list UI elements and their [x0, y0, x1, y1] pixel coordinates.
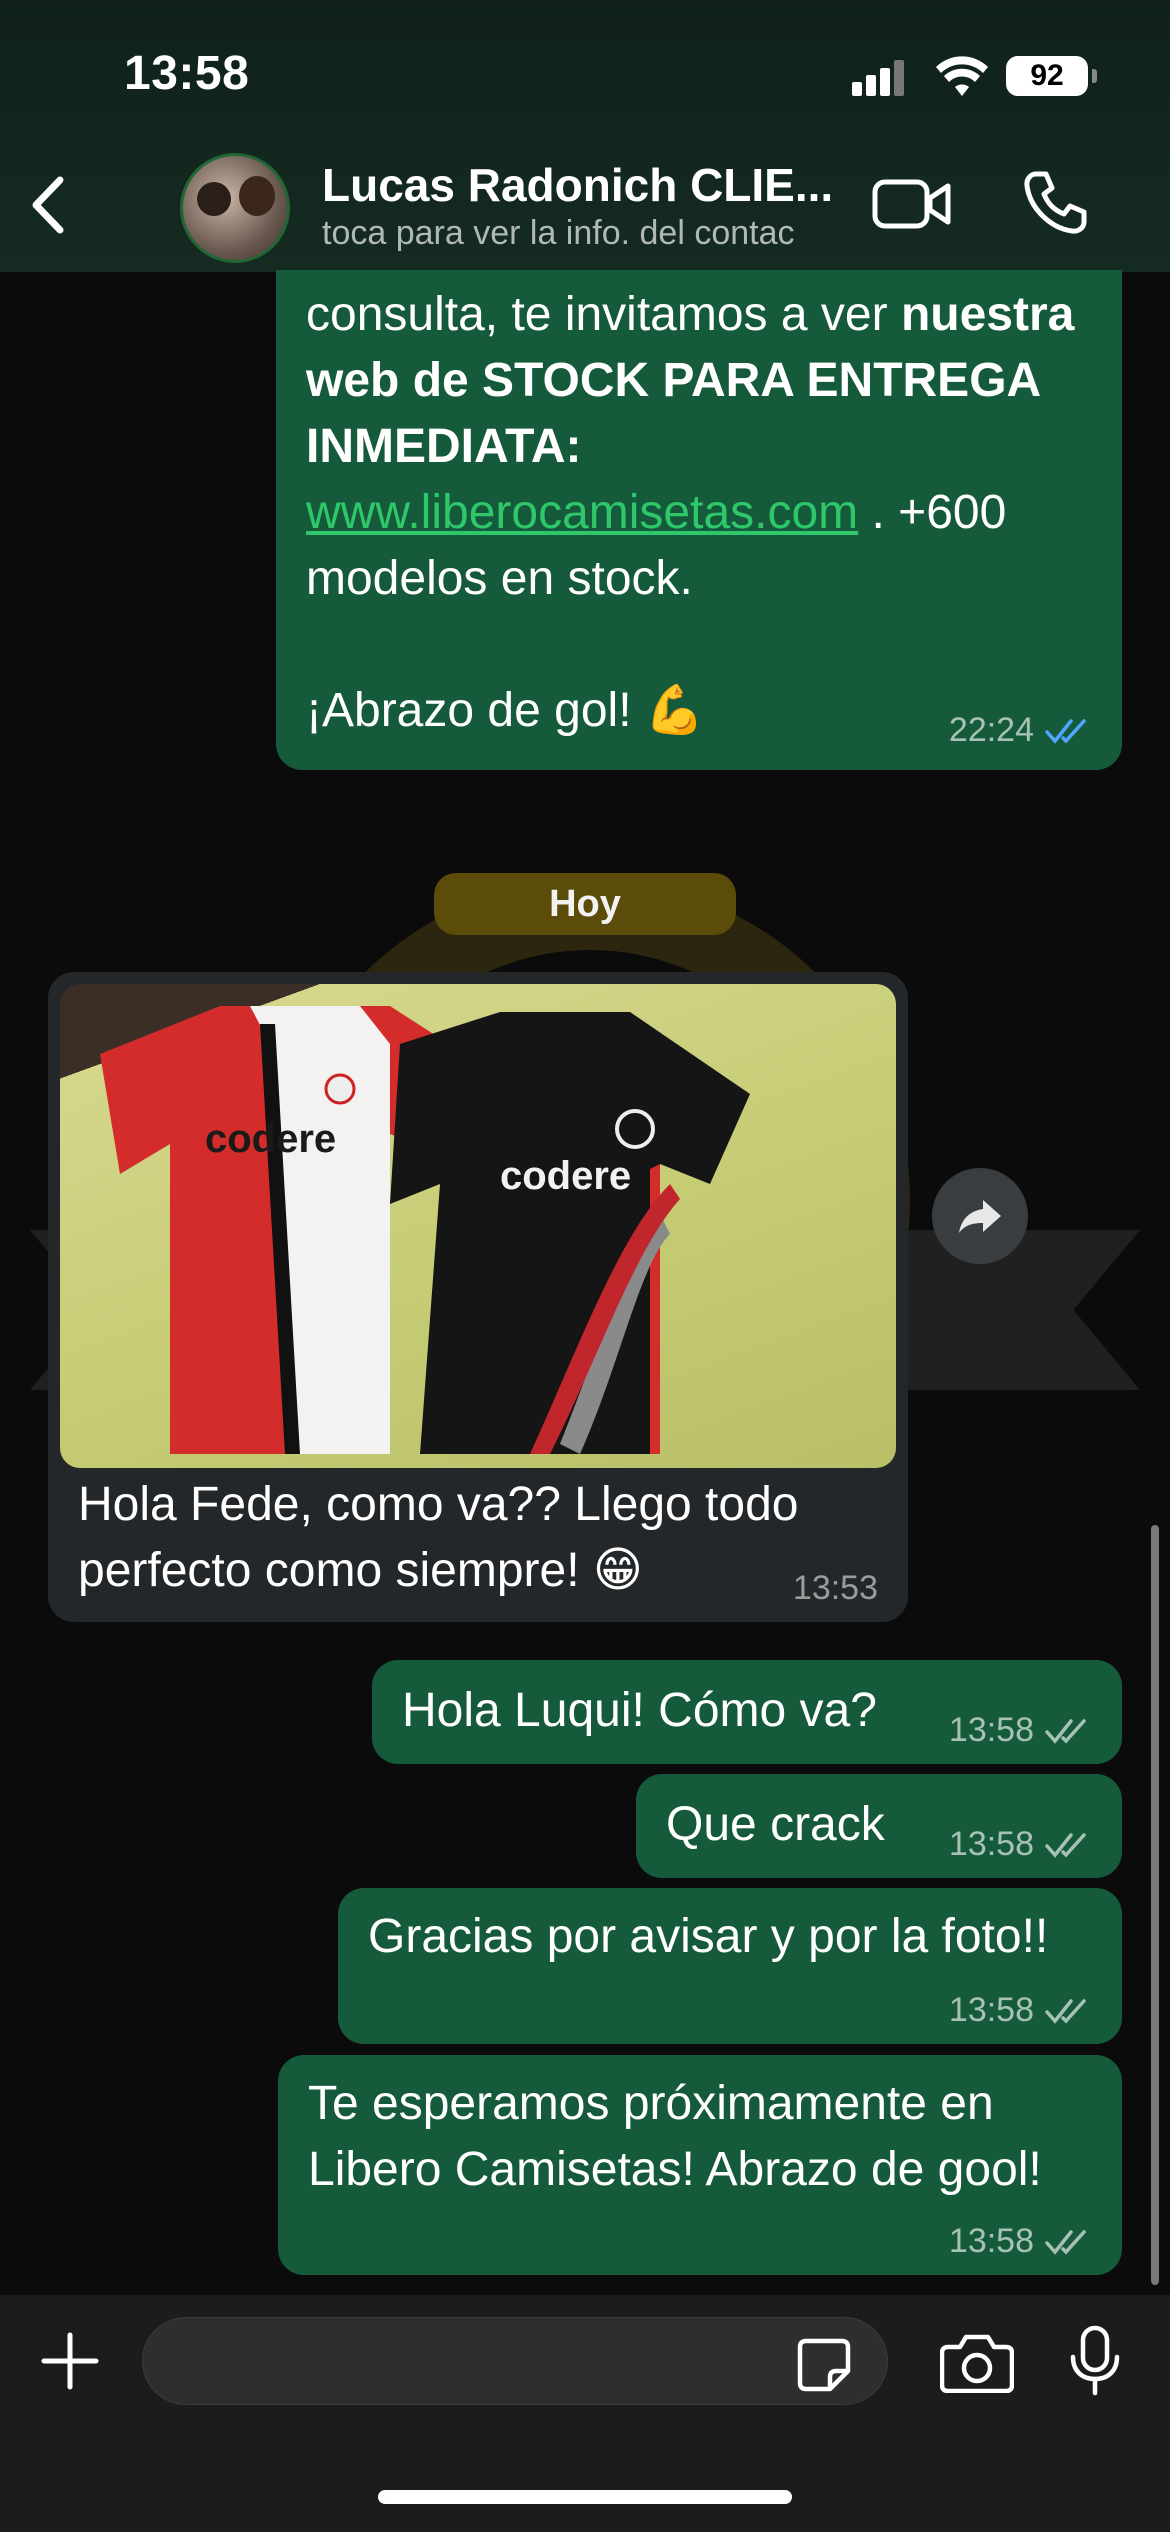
message-meta: 13:58: [949, 2222, 1092, 2261]
message-photo[interactable]: codere codere: [60, 984, 896, 1468]
plus-icon[interactable]: [38, 2329, 102, 2393]
message-time: 13:58: [948, 1711, 1034, 1749]
contact-info-hint[interactable]: toca para ver la info. del contac: [322, 214, 846, 253]
signal-icon: [852, 60, 906, 96]
message-input[interactable]: [142, 2317, 888, 2405]
message-meta: 13:58: [949, 1825, 1092, 1864]
contact-name[interactable]: Lucas Radonich CLIE...: [322, 158, 842, 212]
home-indicator[interactable]: [378, 2490, 792, 2504]
forward-button[interactable]: [932, 1168, 1028, 1264]
status-time: 13:58: [124, 47, 250, 100]
message-text: Que crack: [666, 1798, 885, 1851]
camera-icon[interactable]: [940, 2333, 1014, 2393]
phone-call-icon[interactable]: [1022, 170, 1088, 236]
message-bubble-incoming[interactable]: codere codere Hola Fede, como va?? Llego…: [48, 972, 908, 1622]
message-text: Te esperamos próximamente en Libero Cami…: [308, 2077, 1042, 2196]
message-time: 13:58: [948, 1825, 1034, 1863]
message-bubble-outgoing[interactable]: Hola Luqui! Cómo va? 13:58: [372, 1660, 1122, 1764]
message-time: 13:53: [792, 1569, 878, 1607]
message-time: 13:58: [948, 2222, 1034, 2260]
status-bar: 13:58 92: [0, 0, 1170, 150]
contact-avatar[interactable]: [180, 153, 290, 263]
message-meta: 13:53: [793, 1569, 878, 1608]
chat-header: 13:58 92 Lucas Radonich CLIE... toca par…: [0, 0, 1170, 272]
message-meta: 13:58: [949, 1991, 1092, 2030]
jersey-sponsor-text: codere: [205, 1117, 336, 1161]
day-separator: Hoy: [434, 873, 736, 935]
delivered-ticks-icon: [1045, 1998, 1086, 2024]
message-time: 13:58: [948, 1991, 1034, 2029]
message-bubble-outgoing[interactable]: Gracias por avisar y por la foto!! 13:58: [338, 1888, 1122, 2044]
microphone-icon[interactable]: [1068, 2325, 1122, 2397]
sticker-icon[interactable]: [796, 2337, 852, 2393]
read-ticks-icon: [1045, 718, 1086, 744]
delivered-ticks-icon: [1045, 1718, 1086, 1744]
forward-arrow-icon: [959, 1200, 1001, 1233]
message-meta: 22:24: [949, 711, 1092, 750]
delivered-ticks-icon: [1045, 2229, 1086, 2255]
jerseys-photo-illustration: codere codere: [100, 1006, 750, 1454]
back-chevron-icon[interactable]: [22, 170, 72, 240]
wifi-icon: [936, 56, 988, 96]
message-text: Hola Luqui! Cómo va?: [402, 1684, 877, 1737]
message-text-part: ¡Abrazo de gol! 💪: [306, 684, 705, 737]
message-meta: 13:58: [949, 1711, 1092, 1750]
message-text: consulta, te invitamos a ver nuestra web…: [306, 282, 1106, 744]
message-bubble-outgoing[interactable]: Te esperamos próximamente en Libero Cami…: [278, 2055, 1122, 2275]
message-bubble-outgoing[interactable]: Que crack 13:58: [636, 1774, 1122, 1878]
message-text: Hola Fede, como va?? Llego todo perfecto…: [78, 1478, 799, 1597]
message-time: 22:24: [948, 711, 1034, 749]
message-bubble-outgoing[interactable]: consulta, te invitamos a ver nuestra web…: [276, 270, 1122, 770]
delivered-ticks-icon: [1045, 1832, 1086, 1858]
battery-icon: 92: [1006, 56, 1097, 96]
chat-scrollbar[interactable]: [1151, 1525, 1159, 2285]
video-call-icon[interactable]: [872, 174, 952, 234]
website-link[interactable]: www.liberocamisetas.com: [306, 486, 858, 539]
jersey-sponsor-text: codere: [500, 1154, 631, 1198]
message-text: Gracias por avisar y por la foto!!: [368, 1910, 1049, 1963]
message-text-part: consulta, te invitamos a ver: [306, 288, 901, 341]
